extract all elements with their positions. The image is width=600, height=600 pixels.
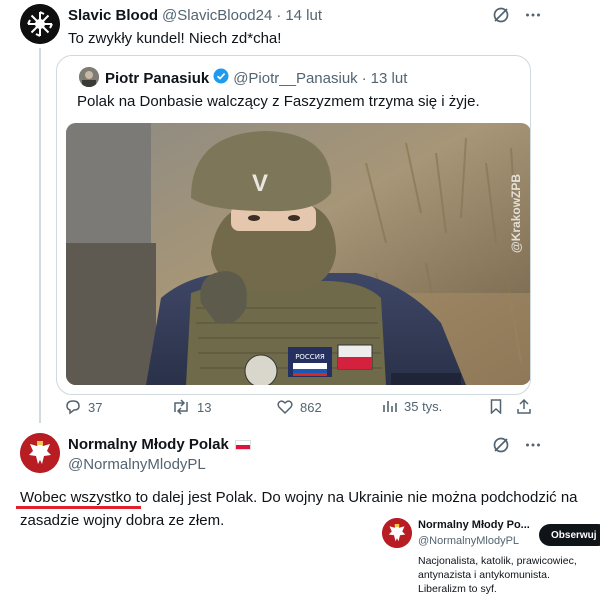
like-button[interactable]: 862 xyxy=(276,398,322,416)
tweet-date[interactable]: 13 lut xyxy=(371,70,408,87)
author-name[interactable]: Slavic Blood xyxy=(68,7,158,24)
helmet-letter: V xyxy=(252,170,268,197)
share-icon xyxy=(517,398,531,414)
avatar[interactable] xyxy=(20,433,60,473)
media-watermark: @KrakowZPB xyxy=(509,173,523,253)
soldier-photo: V РОССИЯ xyxy=(66,123,530,385)
author-handle[interactable]: @Piotr__Panasiuk xyxy=(233,70,357,87)
tweet-top-actions xyxy=(492,436,542,459)
profile-hover-card: Normalny Młody Po... @NormalnyMlodyPL Ob… xyxy=(372,512,600,600)
follow-button[interactable]: Obserwuj xyxy=(539,524,600,546)
hover-card-handle[interactable]: @NormalnyMlodyPL xyxy=(418,535,519,547)
reply-icon xyxy=(66,400,80,415)
author-name[interactable]: Normalny Młody Polak xyxy=(68,436,229,453)
like-count: 862 xyxy=(300,399,322,415)
red-underline-annotation xyxy=(16,506,141,509)
tweet-date[interactable]: 14 lut xyxy=(285,7,322,24)
white-eagle-icon xyxy=(382,518,412,548)
quote-header: Piotr Panasiuk @Piotr__Panasiuk · 13 lut xyxy=(105,68,407,89)
tweet-header: Slavic Blood @SlavicBlood24 · 14 lut xyxy=(68,7,322,24)
video-thumbnail[interactable]: V РОССИЯ @KrakowZPB xyxy=(66,123,530,385)
retweet-icon xyxy=(174,399,188,415)
tweet-header: Normalny Młody Polak xyxy=(68,436,251,453)
author-name[interactable]: Piotr Panasiuk xyxy=(105,70,209,87)
heart-icon xyxy=(277,400,293,415)
quoted-tweet[interactable]: Piotr Panasiuk @Piotr__Panasiuk · 13 lut… xyxy=(56,55,531,395)
white-eagle-icon xyxy=(20,433,60,473)
bookmark-icon xyxy=(490,399,502,414)
hover-card-bio: Nacjonalista, katolik, prawicowiec, anty… xyxy=(418,555,577,595)
tweet-top-actions xyxy=(492,6,542,29)
avatar[interactable] xyxy=(382,518,412,548)
views-count: 35 tys. xyxy=(404,398,443,414)
retweet-button[interactable]: 13 xyxy=(171,398,211,416)
grok-icon[interactable] xyxy=(492,436,510,459)
reply-count: 37 xyxy=(88,399,103,415)
author-handle[interactable]: @SlavicBlood24 xyxy=(162,7,272,24)
author-handle[interactable]: @NormalnyMlodyPL xyxy=(68,456,206,473)
share-button[interactable] xyxy=(516,398,532,414)
more-options-icon[interactable] xyxy=(524,436,542,459)
separator: · xyxy=(276,7,282,24)
avatar[interactable] xyxy=(20,4,60,44)
patch-label: РОССИЯ xyxy=(295,353,325,361)
avatar[interactable] xyxy=(79,67,99,87)
poland-flag-icon xyxy=(234,439,251,450)
retweet-count: 13 xyxy=(197,399,212,415)
separator: · xyxy=(361,70,367,87)
views-chart-icon xyxy=(383,401,397,412)
bookmark-button[interactable] xyxy=(488,398,504,414)
kolovrat-logo-icon xyxy=(20,4,60,44)
tweet-text: To zwykły kundel! Niech zd*cha! xyxy=(68,30,282,47)
hover-card-name[interactable]: Normalny Młody Po... xyxy=(418,519,530,531)
reply-button[interactable]: 37 xyxy=(64,398,102,416)
views-button[interactable]: 35 tys. xyxy=(382,398,442,414)
grok-icon[interactable] xyxy=(492,6,510,29)
tweet-actions: 37 13 862 35 tys. xyxy=(64,398,534,418)
verified-badge-icon xyxy=(213,68,229,89)
more-options-icon[interactable] xyxy=(524,6,542,29)
quote-text: Polak na Donbasie walczący z Faszyzmem t… xyxy=(77,93,480,110)
thread-line xyxy=(39,48,41,423)
